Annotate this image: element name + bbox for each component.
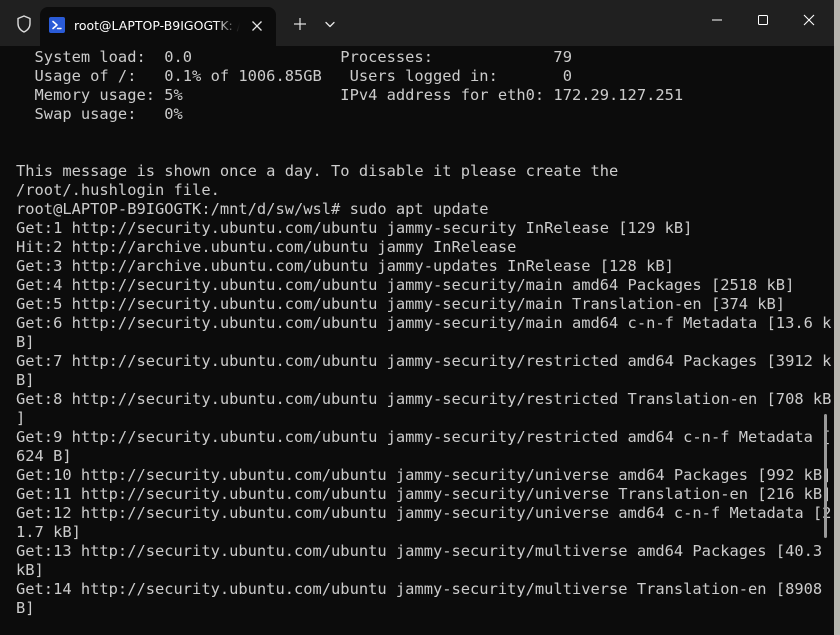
terminal-line: Get:1 http://security.ubuntu.com/ubuntu … — [16, 219, 693, 237]
terminal-line: B] — [16, 371, 35, 389]
terminal-window: root@LAPTOP-B9IGOGTK: /mnt/d/sw/wsl — [0, 0, 834, 635]
terminal-line: Get:4 http://security.ubuntu.com/ubuntu … — [16, 276, 795, 294]
scrollbar-thumb[interactable] — [824, 414, 827, 538]
terminal-line: Get:9 http://security.ubuntu.com/ubuntu … — [16, 428, 832, 446]
terminal-line: Get:8 http://security.ubuntu.com/ubuntu … — [16, 390, 832, 408]
terminal-line: Get:7 http://security.ubuntu.com/ubuntu … — [16, 352, 832, 370]
terminal-line: Get:13 http://security.ubuntu.com/ubuntu… — [16, 542, 823, 560]
terminal-line: Get:14 http://security.ubuntu.com/ubuntu… — [16, 580, 823, 598]
terminal-line: 1.7 kB] — [16, 523, 81, 541]
tab-terminal[interactable]: root@LAPTOP-B9IGOGTK: /mnt/d/sw/wsl — [40, 7, 276, 46]
terminal-line: ] — [16, 409, 26, 427]
terminal-line: /root/.hushlogin file. — [16, 181, 220, 199]
terminal-line: Hit:2 http://archive.ubuntu.com/ubuntu j… — [16, 238, 517, 256]
title-bar[interactable]: root@LAPTOP-B9IGOGTK: /mnt/d/sw/wsl — [0, 0, 834, 46]
shield-icon[interactable] — [14, 14, 34, 34]
maximize-icon — [758, 15, 768, 25]
terminal-line: kB] — [16, 561, 44, 579]
terminal-line: Usage of /: 0.1% of 1006.85GB Users logg… — [16, 67, 572, 85]
chevron-down-icon[interactable] — [321, 14, 339, 34]
close-icon[interactable] — [248, 17, 266, 35]
terminal-line: Get:12 http://security.ubuntu.com/ubuntu… — [16, 504, 832, 522]
terminal-line: B] — [16, 599, 35, 617]
terminal-line: Get:6 http://security.ubuntu.com/ubuntu … — [16, 314, 832, 332]
close-icon — [803, 14, 815, 26]
maximize-button[interactable] — [740, 0, 786, 40]
terminal-line: B] — [16, 333, 35, 351]
terminal-line: System load: 0.0 Processes: 79 — [16, 48, 572, 66]
terminal-output[interactable]: System load: 0.0 Processes: 79 Usage of … — [16, 48, 832, 618]
plus-icon[interactable] — [290, 14, 310, 34]
terminal-line: Get:10 http://security.ubuntu.com/ubuntu… — [16, 466, 832, 484]
close-window-button[interactable] — [786, 0, 832, 40]
terminal-line: This message is shown once a day. To dis… — [16, 162, 619, 180]
terminal-line: root@LAPTOP-B9IGOGTK:/mnt/d/sw/wsl# sudo… — [16, 200, 489, 218]
terminal-line: Swap usage: 0% — [16, 105, 183, 123]
powershell-icon — [49, 17, 65, 33]
terminal-line: 624 B] — [16, 447, 72, 465]
terminal-line: Get:3 http://archive.ubuntu.com/ubuntu j… — [16, 257, 674, 275]
terminal-line: Memory usage: 5% IPv4 address for eth0: … — [16, 86, 684, 104]
tab-title: root@LAPTOP-B9IGOGTK: /mnt/d/sw/wsl — [74, 18, 240, 33]
minimize-icon — [712, 19, 722, 21]
terminal-line: Get:5 http://security.ubuntu.com/ubuntu … — [16, 295, 786, 313]
minimize-button[interactable] — [694, 0, 740, 40]
terminal-line: Get:11 http://security.ubuntu.com/ubuntu… — [16, 485, 832, 503]
